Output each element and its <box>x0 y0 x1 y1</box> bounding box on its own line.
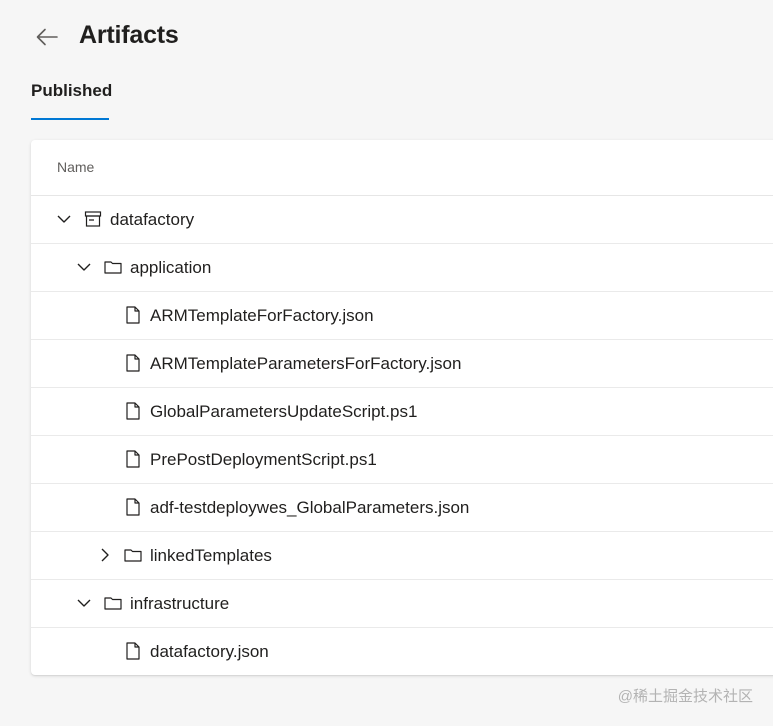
artifacts-tree-table: Name datafactory application ARMTemplate… <box>31 140 773 675</box>
folder-icon <box>103 593 123 613</box>
tree-row-label: datafactory.json <box>150 642 269 661</box>
tree-row-datafactory[interactable]: datafactory <box>31 196 773 244</box>
file-icon <box>123 449 143 469</box>
chevron-down-icon[interactable] <box>76 595 92 611</box>
tree-row-linkedtemplates[interactable]: linkedTemplates <box>31 532 773 580</box>
page-header: Artifacts <box>0 0 773 80</box>
tree-row-label: ARMTemplateForFactory.json <box>150 306 374 325</box>
back-arrow-icon <box>35 27 59 52</box>
tree-row-label: datafactory <box>110 210 195 229</box>
file-icon <box>123 305 143 325</box>
tree-row-file[interactable]: ARMTemplateForFactory.json <box>31 292 773 340</box>
page-title: Artifacts <box>79 21 179 49</box>
tree-row-label: infrastructure <box>130 594 230 613</box>
watermark: @稀土掘金技术社区 <box>617 688 753 705</box>
tab-selected-indicator <box>31 118 109 120</box>
tree-row-file[interactable]: datafactory.json <box>31 628 773 675</box>
tree-row-label: GlobalParametersUpdateScript.ps1 <box>150 402 418 421</box>
column-header: Name <box>31 140 773 196</box>
artifacts-page: Artifacts Published Name datafactory app… <box>0 0 773 726</box>
column-header-name: Name <box>57 159 95 175</box>
chevron-right-icon[interactable] <box>97 547 113 563</box>
tree-row-file[interactable]: adf-testdeploywes_GlobalParameters.json <box>31 484 773 532</box>
tree-row-file[interactable]: ARMTemplateParametersForFactory.json <box>31 340 773 388</box>
folder-icon <box>103 257 123 277</box>
back-button[interactable] <box>33 25 61 53</box>
file-icon <box>123 401 143 421</box>
file-icon <box>123 641 143 661</box>
tab-published-label: Published <box>31 81 113 100</box>
tree-row-label: PrePostDeploymentScript.ps1 <box>150 450 377 469</box>
tree-row-label: application <box>130 258 212 277</box>
chevron-down-icon[interactable] <box>76 259 92 275</box>
file-icon <box>123 353 143 373</box>
folder-icon <box>123 545 143 565</box>
tree-row-infrastructure[interactable]: infrastructure <box>31 580 773 628</box>
tree-row-file[interactable]: PrePostDeploymentScript.ps1 <box>31 436 773 484</box>
tree-row-label: adf-testdeploywes_GlobalParameters.json <box>150 498 470 517</box>
artifact-package-icon <box>83 209 103 229</box>
file-icon <box>123 497 143 517</box>
tree-row-application[interactable]: application <box>31 244 773 292</box>
tree-row-label: ARMTemplateParametersForFactory.json <box>150 354 462 373</box>
tree-row-label: linkedTemplates <box>150 546 272 565</box>
tree-row-file[interactable]: GlobalParametersUpdateScript.ps1 <box>31 388 773 436</box>
chevron-down-icon[interactable] <box>56 211 72 227</box>
tab-published[interactable]: Published <box>31 80 112 120</box>
